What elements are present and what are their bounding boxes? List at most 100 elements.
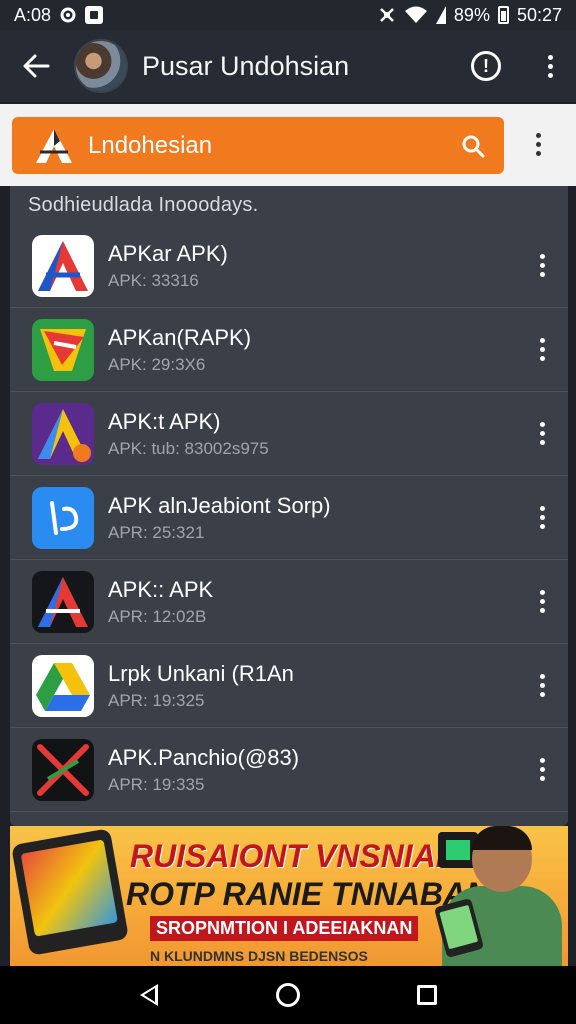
battery-icon [497,6,509,24]
dot-icon [539,683,545,688]
list-item-text: APK.Panchio(@83) APR: 19:335 [108,745,532,795]
dot-icon [539,515,545,520]
dot-icon [539,599,545,604]
alert-circle-icon: ! [471,51,501,81]
nav-recents-icon [416,985,437,1005]
list-item[interactable]: APK.Panchio(@83) APR: 19:335 [10,728,568,812]
list-item[interactable]: APKan(RAPK) APK: 29:3X6 [10,308,568,392]
ad-small-text: N KLUNDMNS DJSN BEDENSOS [150,948,368,964]
app-subtitle: APK: 29:3X6 [108,354,206,374]
dot-icon [539,422,545,427]
gear-icon [60,7,76,23]
dot-icon [539,440,545,445]
row-menu-button[interactable] [532,332,552,368]
wifi-icon [404,6,427,23]
status-time-left: A:08 [14,4,52,25]
dot-icon [539,254,545,259]
apk-drive-icon [32,654,94,717]
row-menu-button[interactable] [532,500,552,536]
app-name: APK:: APK [108,576,214,602]
search-input[interactable]: Lndohesian [12,117,504,174]
status-bar: A:08 89% 50:27 [0,0,576,30]
app-square-icon [85,6,104,24]
dot-icon [539,590,545,595]
app-name: APKan(RAPK) [108,324,252,350]
nav-recents-button[interactable] [403,971,451,1019]
apk-x-icon [32,738,94,801]
dot-icon [539,776,545,781]
search-menu-button[interactable] [528,126,548,162]
app-name: APKar APK) [108,240,228,266]
dot-icon [539,692,545,697]
dot-icon [547,72,553,78]
app-name: APK.Panchio(@83) [108,744,300,770]
search-query: Lndohesian [88,131,213,159]
dot-icon [539,272,545,277]
more-menu-button[interactable] [540,48,560,84]
row-menu-button[interactable] [532,248,552,284]
dot-icon [535,141,541,147]
avatar[interactable] [74,39,128,93]
list-item[interactable]: APK:: APK APR: 12:02B [10,560,568,644]
list-item-text: APK alnJeabiont Sorp) APR: 25:321 [108,493,532,543]
dot-icon [539,674,545,679]
apk-purple-icon [32,402,94,465]
dot-icon [539,356,545,361]
search-row: Lndohesian [0,104,576,186]
nav-bar [0,966,576,1024]
app-subtitle: APR: 25:321 [108,522,205,542]
list-item-text: APK:t APK) APK: tub: 83002s975 [108,409,532,459]
app-subtitle: APR: 19:335 [108,774,205,794]
mute-icon [380,8,394,22]
list-item[interactable]: Lrpk Unkani (R1An APR: 19:325 [10,644,568,728]
dot-icon [539,758,545,763]
info-button[interactable]: ! [466,46,506,86]
row-menu-button[interactable] [532,752,552,788]
ad-phone-image [11,828,129,956]
app-bar: Pusar Undohsian ! [0,30,576,102]
status-right: 89% 50:27 [378,5,562,26]
apk-logo-icon [32,126,76,166]
list-item-text: APKan(RAPK) APK: 29:3X6 [108,325,532,375]
dot-icon [539,263,545,268]
dot-icon [539,524,545,529]
page-title: Pusar Undohsian [142,50,350,81]
search-icon[interactable] [460,133,486,159]
section-header: Sodhieudlada Inooodays. [28,194,259,216]
back-button[interactable] [16,46,56,86]
app-list: APKar APK) APK: 33316 APKan(RAPK) APK: 2… [10,224,568,812]
dot-icon [539,338,545,343]
arrow-left-icon [23,54,50,78]
app-name: Lrpk Unkani (R1An [108,660,294,686]
row-menu-button[interactable] [532,584,552,620]
list-item-text: Lrpk Unkani (R1An APR: 19:325 [108,661,532,711]
app-name: APK alnJeabiont Sorp) [108,492,331,518]
dot-icon [547,63,553,69]
row-menu-button[interactable] [532,416,552,452]
dot-icon [535,150,541,156]
ad-banner[interactable]: RUISAIONT VNSNIAN! ROTP RANIE TNNABAN SR… [10,826,568,966]
nav-back-button[interactable] [125,971,173,1019]
list-item-text: APK:: APK APR: 12:02B [108,577,532,627]
dot-icon [539,431,545,436]
row-menu-button[interactable] [532,668,552,704]
list-item[interactable]: APKar APK) APK: 33316 [10,224,568,308]
status-left: A:08 [14,4,104,26]
ad-headline: RUISAIONT VNSNIAN! [130,838,470,874]
dot-icon [547,54,553,60]
list-item[interactable]: APK alnJeabiont Sorp) APR: 25:321 [10,476,568,560]
app-list-panel: Sodhieudlada Inooodays. APKar APK) APK: … [10,186,568,826]
apk-blue-swirl-icon [32,486,94,549]
ad-person-hair [472,826,532,850]
status-time-right: 50:27 [516,4,562,25]
dot-icon [535,132,541,138]
ad-subheadline: ROTP RANIE TNNABAN [126,876,490,912]
app-name: APK:t APK) [108,408,221,434]
nav-back-icon [140,984,159,1006]
list-item[interactable]: APK:t APK) APK: tub: 83002s975 [10,392,568,476]
app-subtitle: APR: 12:02B [108,606,207,626]
nav-home-button[interactable] [264,971,312,1019]
app-subtitle: APK: 33316 [108,270,199,290]
battery-percent: 89% [453,4,490,25]
dot-icon [539,347,545,352]
